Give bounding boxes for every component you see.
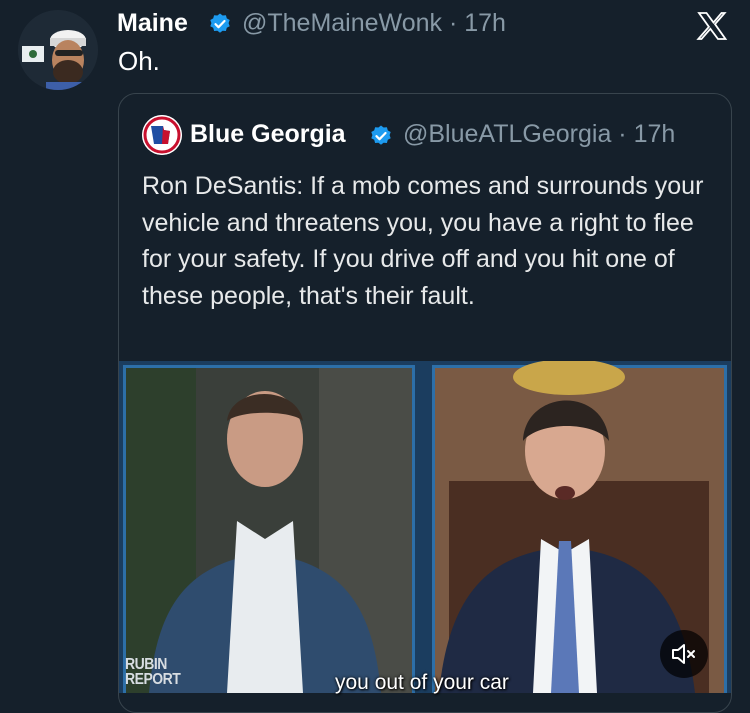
mute-button[interactable]: [660, 630, 708, 678]
muted-speaker-icon: [672, 644, 695, 664]
verified-badge-icon: [369, 124, 393, 148]
verified-badge-icon: [208, 12, 232, 36]
x-logo-icon[interactable]: [696, 10, 728, 42]
author-handle-time[interactable]: @TheMaineWonk · 17h: [242, 8, 506, 38]
quoted-avatar[interactable]: [142, 115, 182, 155]
video-player[interactable]: [119, 361, 731, 693]
tweet-text: Oh.: [118, 46, 160, 76]
avatar[interactable]: [18, 10, 98, 90]
author-name[interactable]: Maine: [117, 8, 188, 38]
video-caption: you out of your car: [335, 671, 509, 694]
quoted-tweet-text: Ron DeSantis: If a mob comes and surroun…: [142, 172, 704, 310]
rubin-report-watermark: RUBIN REPORT: [125, 654, 181, 688]
quoted-author-name[interactable]: Blue Georgia: [190, 119, 346, 149]
quoted-author-handle-time[interactable]: @BlueATLGeorgia · 17h: [403, 119, 675, 149]
